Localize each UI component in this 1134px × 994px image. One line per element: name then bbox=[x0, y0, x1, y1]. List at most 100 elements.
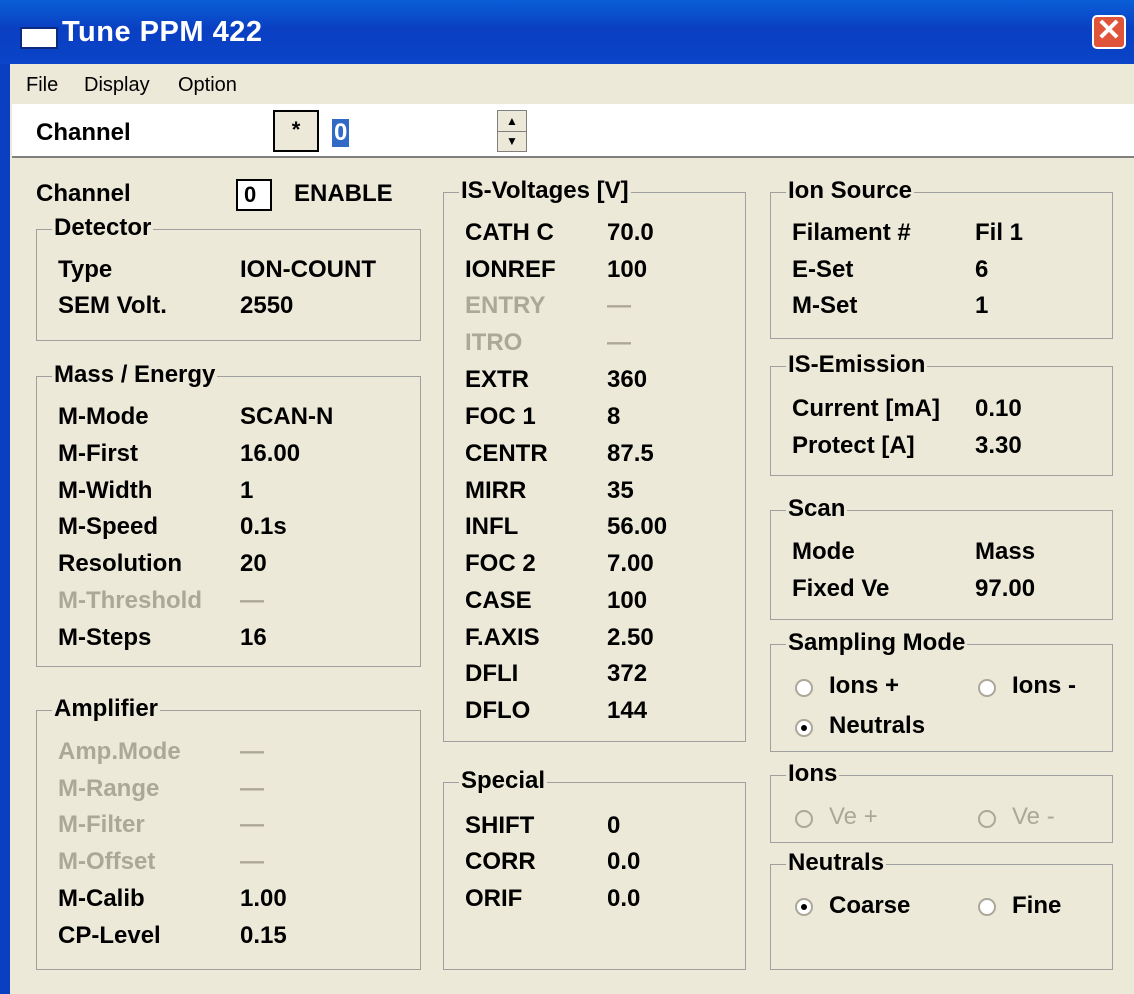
centr-label: CENTR bbox=[465, 440, 548, 467]
close-button[interactable]: ✕ bbox=[1092, 15, 1126, 49]
channel-status: ENABLE bbox=[294, 180, 393, 207]
radio-ions-plus[interactable] bbox=[795, 679, 813, 697]
neutrals-title: Neutrals bbox=[786, 849, 887, 877]
radio-coarse[interactable] bbox=[795, 898, 813, 916]
m-set-value: 1 bbox=[975, 292, 989, 319]
f-axis-value: 2.50 bbox=[607, 624, 654, 651]
ions-plus-label[interactable]: Ions + bbox=[829, 672, 899, 700]
mirr-label: MIRR bbox=[465, 477, 527, 504]
centr-value: 87.5 bbox=[607, 440, 654, 467]
radio-fine[interactable] bbox=[978, 898, 996, 916]
radio-ions-minus[interactable] bbox=[978, 679, 996, 697]
channel-spinner[interactable]: ▲ ▼ bbox=[497, 110, 527, 152]
m-filter-label: M-Filter bbox=[58, 811, 145, 838]
menu-option[interactable]: Option bbox=[178, 74, 237, 97]
m-calib-value: 1.00 bbox=[240, 885, 287, 912]
orif-value: 0.0 bbox=[607, 885, 641, 912]
detector-group bbox=[36, 229, 421, 341]
ionref-value: 100 bbox=[607, 256, 648, 283]
infl-value: 56.00 bbox=[607, 513, 668, 540]
title-bar: Tune PPM 422 ✕ bbox=[0, 0, 1134, 64]
case-label: CASE bbox=[465, 587, 532, 614]
star-button[interactable]: * bbox=[273, 110, 319, 152]
menu-bar bbox=[0, 64, 1134, 104]
spin-down-icon[interactable]: ▼ bbox=[498, 131, 526, 151]
menu-file[interactable]: File bbox=[26, 74, 58, 97]
scan-mode-value: Mass bbox=[975, 538, 1036, 565]
fixed-ve-value: 97.00 bbox=[975, 575, 1036, 602]
resolution-value: 20 bbox=[240, 550, 267, 577]
detector-type-label: Type bbox=[58, 256, 113, 283]
foc1-value: 8 bbox=[607, 403, 621, 430]
spin-up-icon[interactable]: ▲ bbox=[498, 111, 526, 132]
e-set-label: E-Set bbox=[792, 256, 854, 283]
ve-minus-label: Ve - bbox=[1012, 803, 1055, 830]
neutrals-label[interactable]: Neutrals bbox=[829, 712, 925, 740]
m-mode-label: M-Mode bbox=[58, 403, 149, 430]
case-value: 100 bbox=[607, 587, 648, 614]
protect-value: 3.30 bbox=[975, 432, 1022, 459]
amp-mode-label: Amp.Mode bbox=[58, 738, 181, 765]
ion-source-title: Ion Source bbox=[786, 177, 915, 205]
m-speed-value: 0.1s bbox=[240, 513, 287, 540]
radio-neutrals[interactable] bbox=[795, 719, 813, 737]
amp-mode-value: — bbox=[240, 738, 264, 765]
extr-value: 360 bbox=[607, 366, 648, 393]
corr-value: 0.0 bbox=[607, 848, 641, 875]
protect-label: Protect [A] bbox=[792, 432, 915, 459]
channel-number: 0 bbox=[236, 179, 272, 211]
itro-value: — bbox=[607, 329, 631, 356]
is-emission-title: IS-Emission bbox=[786, 351, 928, 379]
sampling-mode-title: Sampling Mode bbox=[786, 629, 968, 657]
m-set-label: M-Set bbox=[792, 292, 858, 319]
m-threshold-value: — bbox=[240, 587, 264, 614]
cp-level-label: CP-Level bbox=[58, 922, 161, 949]
foc2-label: FOC 2 bbox=[465, 550, 536, 577]
m-first-value: 16.00 bbox=[240, 440, 301, 467]
dfli-label: DFLI bbox=[465, 660, 519, 687]
m-speed-label: M-Speed bbox=[58, 513, 159, 540]
window-title: Tune PPM 422 bbox=[62, 16, 263, 48]
ions-title: Ions bbox=[786, 760, 840, 788]
detector-title: Detector bbox=[52, 214, 154, 242]
ve-plus-label: Ve + bbox=[829, 803, 878, 830]
filament-label: Filament # bbox=[792, 219, 911, 246]
amplifier-title: Amplifier bbox=[52, 695, 161, 723]
m-range-value: — bbox=[240, 775, 264, 802]
ionref-label: IONREF bbox=[465, 256, 556, 283]
m-width-label: M-Width bbox=[58, 477, 153, 504]
infl-label: INFL bbox=[465, 513, 519, 540]
channel-input-value: 0 bbox=[332, 119, 350, 147]
orif-label: ORIF bbox=[465, 885, 523, 912]
scan-title: Scan bbox=[786, 495, 848, 523]
m-threshold-label: M-Threshold bbox=[58, 587, 202, 614]
cath-c-label: CATH C bbox=[465, 219, 554, 246]
menu-display[interactable]: Display bbox=[84, 74, 150, 97]
channel-toolbar-label: Channel bbox=[36, 119, 131, 146]
window-left-border bbox=[0, 64, 10, 994]
detector-type-value: ION-COUNT bbox=[240, 256, 376, 283]
foc2-value: 7.00 bbox=[607, 550, 654, 577]
current-label: Current [mA] bbox=[792, 395, 940, 422]
dflo-value: 144 bbox=[607, 697, 648, 724]
neutrals-group bbox=[770, 864, 1113, 970]
resolution-label: Resolution bbox=[58, 550, 182, 577]
special-group bbox=[443, 782, 746, 970]
itro-label: ITRO bbox=[465, 329, 523, 356]
f-axis-label: F.AXIS bbox=[465, 624, 540, 651]
channel-input[interactable]: 0 bbox=[322, 112, 496, 152]
m-offset-label: M-Offset bbox=[58, 848, 156, 875]
m-steps-value: 16 bbox=[240, 624, 267, 651]
m-range-label: M-Range bbox=[58, 775, 160, 802]
m-width-value: 1 bbox=[240, 477, 254, 504]
ions-minus-label[interactable]: Ions - bbox=[1012, 672, 1076, 700]
entry-value: — bbox=[607, 292, 631, 319]
sem-volt-label: SEM Volt. bbox=[58, 292, 167, 319]
fixed-ve-label: Fixed Ve bbox=[792, 575, 890, 602]
m-filter-value: — bbox=[240, 811, 264, 838]
dfli-value: 372 bbox=[607, 660, 648, 687]
m-offset-value: — bbox=[240, 848, 264, 875]
fine-label[interactable]: Fine bbox=[1012, 892, 1061, 920]
coarse-label[interactable]: Coarse bbox=[829, 892, 910, 920]
extr-label: EXTR bbox=[465, 366, 530, 393]
